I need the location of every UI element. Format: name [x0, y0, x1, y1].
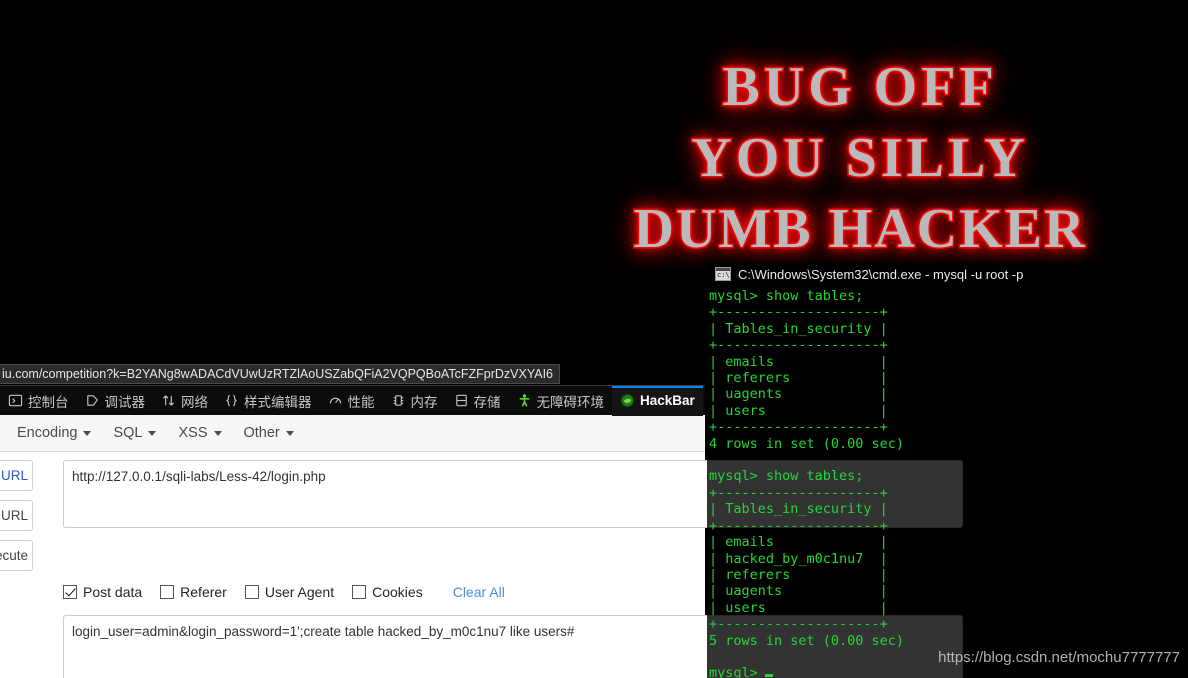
- checkbox-referer-box[interactable]: [160, 585, 175, 599]
- tab-performance-label: 性能: [347, 394, 375, 410]
- checkbox-user-agent[interactable]: User Agent: [244, 584, 335, 600]
- tab-network-label: 网络: [181, 394, 208, 410]
- hackbar-panel: Encoding SQL XSS Other Load URL Split UR…: [0, 415, 963, 678]
- terminal-title-bar: c:\ C:\Windows\System32\cmd.exe - mysql …: [707, 262, 1188, 286]
- menu-encoding-label: Encoding: [17, 425, 78, 441]
- status-bar-url-tooltip: iu.com/competition?k=B2YANg8wADACdVUwUzR…: [0, 364, 560, 384]
- tab-hackbar[interactable]: HackBar: [612, 385, 703, 416]
- chevron-down-icon: [285, 430, 294, 436]
- tab-hackbar-label: HackBar: [640, 393, 695, 408]
- checkbox-post-data-box[interactable]: [63, 585, 77, 599]
- split-url-button[interactable]: Split URL: [0, 500, 33, 531]
- network-icon: [161, 393, 176, 408]
- load-url-button[interactable]: Load URL: [0, 460, 33, 491]
- debugger-icon: [85, 393, 100, 408]
- checkbox-referer-label: Referer: [180, 584, 227, 600]
- memory-icon: [391, 393, 406, 408]
- tab-debugger[interactable]: 调试器: [77, 386, 154, 416]
- tab-performance[interactable]: 性能: [320, 386, 383, 416]
- hackbar-body: Load URL Split URL Execute http://127.0.…: [0, 452, 963, 678]
- tab-network[interactable]: 网络: [153, 386, 216, 416]
- storage-icon: [454, 393, 469, 408]
- devtools-tab-strip: 控制台 调试器 网络 样式编辑器 性能 内存 存储 无障碍环境 HackBar: [0, 385, 705, 416]
- execute-button[interactable]: Execute: [0, 540, 33, 571]
- tab-storage-label: 存储: [473, 394, 501, 410]
- performance-icon: [328, 393, 343, 408]
- accessibility-icon: [517, 393, 532, 408]
- checkbox-referer[interactable]: Referer: [160, 584, 227, 600]
- tab-accessibility-label: 无障碍环境: [536, 394, 605, 410]
- tab-console[interactable]: 控制台: [0, 386, 77, 416]
- tab-style-editor-label: 样式编辑器: [244, 394, 312, 410]
- taunt-line-1: BUG OFF: [721, 55, 998, 120]
- tab-storage[interactable]: 存储: [446, 386, 509, 416]
- console-icon: [8, 393, 23, 408]
- terminal-output-text: mysql> show tables; +-------------------…: [709, 288, 905, 678]
- clear-all-link[interactable]: Clear All: [453, 584, 505, 600]
- checkbox-user-agent-label: User Agent: [264, 584, 335, 600]
- terminal-output: mysql> show tables; +-------------------…: [707, 286, 1188, 678]
- hackbar-options-row: Post data Referer User Agent Cookies Cle…: [63, 584, 505, 600]
- screenshot-root: BUG OFF YOU SILLY DUMB HACKER iu.com/com…: [0, 0, 1188, 678]
- hackbar-menubar: Encoding SQL XSS Other: [0, 415, 705, 452]
- checkbox-post-data-label: Post data: [83, 584, 143, 600]
- menu-other-label: Other: [243, 425, 280, 441]
- tab-debugger-label: 调试器: [104, 394, 146, 410]
- checkbox-cookies[interactable]: Cookies: [352, 584, 423, 600]
- chevron-down-icon: [148, 430, 157, 436]
- checkbox-user-agent-box[interactable]: [244, 585, 259, 599]
- menu-sql[interactable]: SQL: [104, 421, 165, 445]
- tab-memory-label: 内存: [410, 394, 438, 410]
- tab-accessibility[interactable]: 无障碍环境: [509, 386, 613, 416]
- style-editor-icon: [224, 393, 239, 408]
- checkbox-post-data[interactable]: Post data: [63, 584, 142, 600]
- terminal-cursor: [764, 674, 773, 678]
- taunt-line-2: YOU SILLY: [690, 126, 1029, 191]
- terminal-title-text: C:\Windows\System32\cmd.exe - mysql -u r…: [738, 266, 1024, 282]
- checkbox-cookies-box[interactable]: [352, 585, 367, 599]
- chevron-down-icon: [83, 430, 92, 436]
- menu-sql-label: SQL: [113, 425, 143, 441]
- cmd-icon: c:\: [715, 267, 731, 281]
- cmd-terminal-window[interactable]: c:\ C:\Windows\System32\cmd.exe - mysql …: [707, 262, 1188, 678]
- chevron-down-icon: [213, 430, 222, 436]
- menu-other[interactable]: Other: [235, 421, 303, 445]
- blog-watermark: https://blog.csdn.net/mochu7777777: [938, 649, 1180, 666]
- defacement-taunt-text: BUG OFF YOU SILLY DUMB HACKER: [560, 52, 1160, 265]
- taunt-line-3: DUMB HACKER: [632, 197, 1087, 262]
- menu-xss[interactable]: XSS: [169, 421, 230, 445]
- hackbar-action-buttons: Load URL Split URL Execute: [0, 460, 33, 571]
- tab-console-label: 控制台: [28, 394, 69, 410]
- tab-memory[interactable]: 内存: [383, 386, 446, 416]
- menu-encoding[interactable]: Encoding: [8, 421, 100, 445]
- tab-style-editor[interactable]: 样式编辑器: [216, 386, 320, 416]
- menu-xss-label: XSS: [178, 425, 208, 441]
- hackbar-icon: [620, 393, 635, 408]
- checkbox-cookies-label: Cookies: [372, 584, 423, 600]
